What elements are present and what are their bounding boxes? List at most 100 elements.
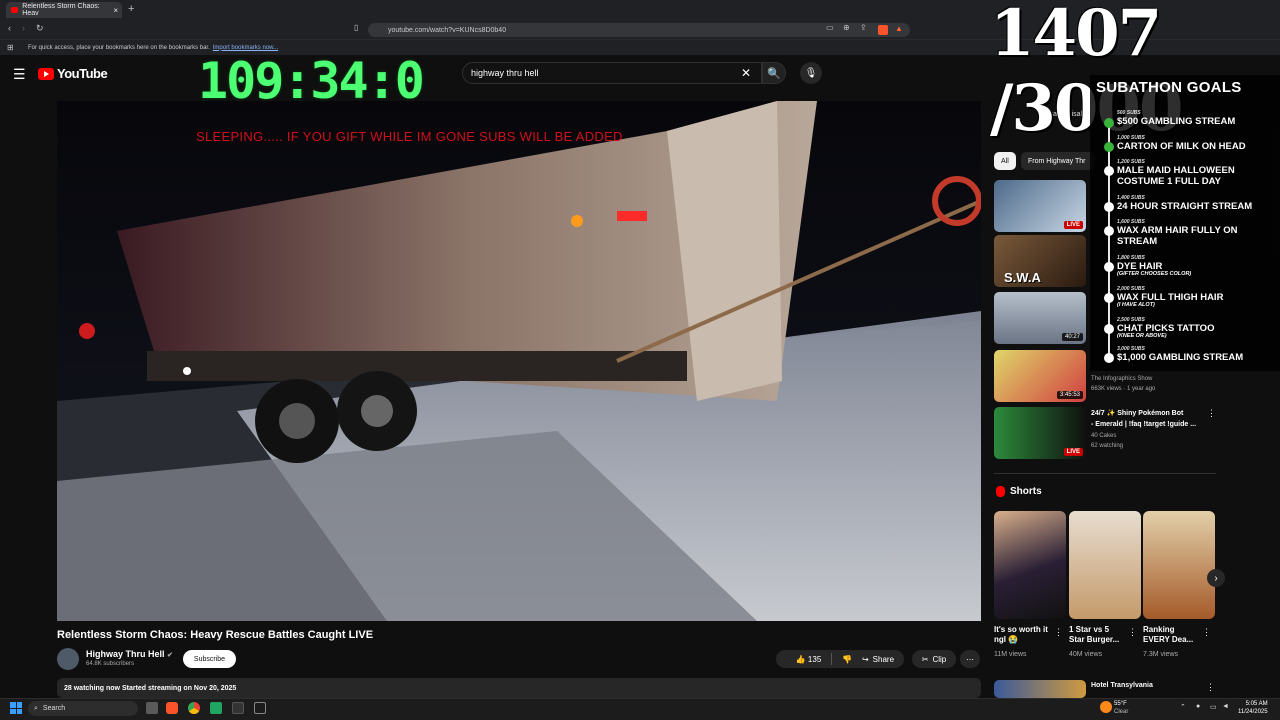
goal-check-icon: [1104, 118, 1114, 128]
chrome-icon[interactable]: [188, 702, 200, 714]
recommended-meta: 62 watching: [1091, 443, 1124, 449]
recommended-title[interactable]: 24/7 ✨ Shiny Pokémon Bot - Emerald | !fa…: [1091, 408, 1211, 430]
chip-from-channel[interactable]: From Highway Thr: [1021, 152, 1095, 170]
obs-icon[interactable]: [254, 702, 266, 714]
like-button[interactable]: 👍 135: [796, 655, 822, 664]
weather-widget[interactable]: 55°F Clear: [1114, 700, 1128, 716]
goal-dot-icon: [1104, 262, 1114, 272]
subathon-goals-title: SUBATHON GOALS: [1096, 79, 1242, 96]
live-badge: LIVE: [1063, 448, 1083, 456]
more-icon[interactable]: ⋮: [1207, 408, 1216, 419]
windows-start-icon[interactable]: [10, 702, 22, 714]
channel-avatar[interactable]: [57, 648, 79, 670]
more-icon: ⋯: [966, 654, 974, 664]
mic-icon: 🎙: [804, 67, 818, 79]
import-bookmarks-link[interactable]: Import bookmarks now...: [213, 45, 278, 51]
goal-label: WAX ARM HAIR FULLY ON STREAM: [1117, 225, 1238, 247]
short-thumb[interactable]: [1143, 511, 1215, 619]
task-view-icon[interactable]: [146, 702, 158, 714]
shorts-icon: [996, 486, 1005, 497]
brave-browser-icon[interactable]: [166, 702, 178, 714]
youtube-logo[interactable]: YouTube: [38, 66, 108, 81]
url-text: youtube.com/watch?v=KUNcs8D0b40: [388, 26, 507, 34]
browser-tab[interactable]: Relentless Storm Chaos: Heav ×: [6, 2, 122, 18]
reload-icon[interactable]: ↻: [36, 23, 44, 34]
video-player[interactable]: [57, 101, 981, 621]
video-meta: 28 watching now Started streaming on Nov…: [64, 684, 237, 692]
short-title[interactable]: 1 Star vs 5 Star Burger...: [1069, 625, 1125, 645]
recommended-title-line2: - Emerald | !faq !target !guide ...: [1091, 421, 1197, 428]
rewards-icon[interactable]: ▲: [895, 24, 903, 33]
sleeping-overlay-text: SLEEPING..... IF YOU GIFT WHILE IM GONE …: [196, 129, 623, 144]
recommended-title[interactable]: Hotel Transylvania: [1091, 682, 1153, 689]
short-views: 11M views: [994, 651, 1027, 658]
cast-icon[interactable]: ▭: [826, 23, 834, 32]
new-tab-button[interactable]: +: [128, 3, 134, 15]
menu-icon[interactable]: ☰: [13, 66, 26, 83]
back-icon[interactable]: ‹: [8, 23, 11, 33]
close-tab-icon[interactable]: ×: [113, 6, 118, 15]
weather-temp: 55°F: [1114, 701, 1127, 707]
more-icon[interactable]: ⋮: [1206, 682, 1215, 693]
volume-icon[interactable]: ◄: [1222, 703, 1229, 710]
description-box[interactable]: 28 watching now Started streaming on Nov…: [57, 678, 981, 698]
more-icon[interactable]: ⋮: [1054, 627, 1063, 638]
search-icon: ⌕: [34, 704, 38, 712]
goal-label: $500 GAMBLING STREAM: [1117, 116, 1236, 127]
clock-time: 5:05 AM: [1245, 701, 1268, 707]
more-icon[interactable]: ⋮: [1202, 627, 1211, 638]
more-actions-button[interactable]: ⋯: [960, 650, 980, 668]
more-icon[interactable]: ⋮: [1128, 627, 1137, 638]
recommended-channel[interactable]: The Infographics Show: [1091, 376, 1152, 382]
short-thumb[interactable]: [1069, 511, 1141, 619]
taskbar-search[interactable]: ⌕ Search: [28, 701, 138, 716]
search-button[interactable]: 🔍: [762, 62, 786, 84]
tray-app-icon[interactable]: ●: [1196, 703, 1200, 710]
clip-button[interactable]: ✂ Clip: [912, 650, 956, 668]
bookmark-star-icon[interactable]: ▯: [354, 23, 358, 32]
search-input[interactable]: highway thru hell: [462, 62, 762, 84]
goal-dot-icon: [1104, 202, 1114, 212]
clip-label: Clip: [932, 654, 947, 664]
recommended-thumb[interactable]: LIVE: [994, 407, 1086, 459]
apps-grid-icon[interactable]: ⊞: [7, 43, 14, 52]
youtube-favicon-icon: [11, 7, 19, 13]
shorts-next-arrow-icon[interactable]: ›: [1207, 569, 1225, 587]
share-label: Share: [872, 654, 895, 664]
recommended-thumb[interactable]: 40:27: [994, 292, 1086, 344]
dislike-icon[interactable]: 👎: [842, 655, 852, 664]
goal-label: 24 HOUR STRAIGHT STREAM: [1117, 201, 1253, 212]
recommended-thumb[interactable]: [994, 680, 1086, 698]
network-icon[interactable]: ▭: [1210, 703, 1217, 711]
brave-shield-icon[interactable]: [878, 25, 888, 35]
recommended-thumb[interactable]: LIVE: [994, 180, 1086, 232]
video-frame-image: [57, 101, 981, 621]
recommended-channel[interactable]: 40 Cakes: [1091, 433, 1116, 439]
short-thumb[interactable]: [994, 511, 1066, 619]
subscribe-button[interactable]: Subscribe: [183, 650, 236, 668]
short-title[interactable]: Ranking EVERY Dea...: [1143, 625, 1199, 645]
recommended-title-line1: 24/7 ✨ Shiny Pokémon Bot: [1091, 410, 1184, 417]
voice-search-button[interactable]: 🎙: [800, 62, 822, 84]
tray-overflow-icon[interactable]: ⌃: [1180, 703, 1186, 711]
search-query: highway thru hell: [471, 68, 539, 78]
terminal-icon[interactable]: [232, 702, 244, 714]
like-divider: [831, 653, 833, 665]
short-title[interactable]: It's so worth it ngl 😭: [994, 625, 1050, 645]
channel-name[interactable]: Highway Thru Hell ✔: [86, 649, 173, 659]
recommended-thumb[interactable]: 3:45:53: [994, 350, 1086, 402]
share-page-icon[interactable]: ⇪: [860, 23, 867, 32]
recommended-thumb[interactable]: S.W.A: [994, 235, 1086, 287]
goal-dot-icon: [1104, 353, 1114, 363]
goal-label: $1,000 GAMBLING STREAM: [1117, 352, 1244, 363]
goal-dot-icon: [1104, 166, 1114, 176]
zoom-icon[interactable]: ⊕: [843, 23, 850, 32]
app-icon[interactable]: [210, 702, 222, 714]
clear-search-icon[interactable]: ✕: [741, 66, 751, 80]
clock-date: 11/24/2025: [1238, 709, 1268, 715]
share-button[interactable]: ↪ Share: [852, 650, 904, 668]
chip-all[interactable]: All: [994, 152, 1016, 170]
youtube-play-icon: [38, 67, 54, 80]
system-clock[interactable]: 5:05 AM 11/24/2025: [1238, 700, 1268, 716]
forward-icon[interactable]: ›: [22, 23, 25, 33]
